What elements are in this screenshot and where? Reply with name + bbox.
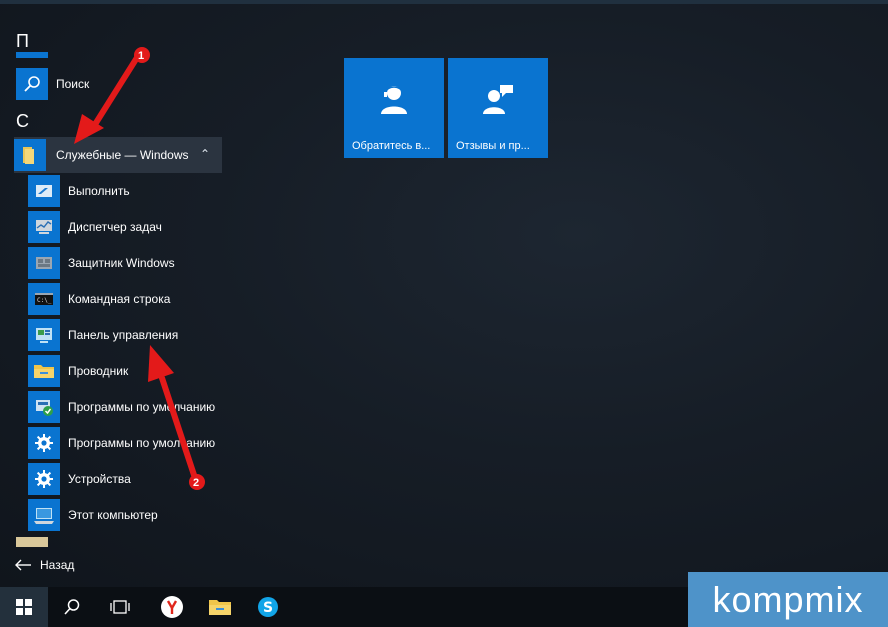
file-explorer-taskbar-button[interactable] (196, 587, 244, 627)
control-panel-icon (28, 319, 60, 351)
support-agent-icon (381, 86, 407, 114)
app-item-label: Проводник (68, 364, 129, 378)
group-header-windows-accessories[interactable]: Служебные — Windows ⌃ (14, 137, 222, 173)
app-item-label: Программы по умолчанию (68, 436, 216, 450)
gear-icon (28, 463, 60, 495)
gear-icon (28, 427, 60, 459)
command-prompt-icon: C:\_ (28, 283, 60, 315)
folder-icon (14, 139, 46, 171)
svg-text:S: S (263, 600, 273, 616)
task-view-button[interactable] (96, 587, 144, 627)
section-letter-p[interactable]: П (16, 30, 29, 52)
app-item-windows-defender[interactable]: Защитник Windows (28, 245, 175, 281)
chevron-up-icon: ⌃ (199, 147, 210, 161)
app-item-default-programs[interactable]: Программы по умолчанию (28, 389, 215, 425)
task-view-icon (110, 600, 130, 614)
default-programs-icon (28, 391, 60, 423)
partial-app-icon (16, 537, 48, 547)
tile-contact-support[interactable]: Обратитесь в... (344, 58, 444, 158)
app-item-command-prompt[interactable]: C:\_ Командная строка (28, 281, 170, 317)
tile-label: Отзывы и пр... (456, 140, 530, 152)
search-app-label: Поиск (56, 77, 90, 91)
task-manager-icon (28, 211, 60, 243)
app-item-label: Устройства (68, 472, 131, 486)
app-item-file-explorer[interactable]: Проводник (28, 353, 128, 389)
yandex-browser-icon (161, 596, 183, 618)
app-item-task-manager[interactable]: Диспетчер задач (28, 209, 162, 245)
svg-text:C:\_: C:\_ (37, 297, 52, 304)
file-explorer-icon (28, 355, 60, 387)
skype-button[interactable]: S (244, 587, 292, 627)
back-arrow-icon (15, 559, 31, 571)
back-button[interactable]: Назад (14, 553, 74, 577)
app-item-label: Выполнить (68, 184, 130, 198)
watermark-logo: kompmix (688, 572, 888, 627)
skype-icon: S (258, 597, 278, 617)
app-item-this-pc[interactable]: Этот компьютер (28, 497, 158, 533)
start-button[interactable] (0, 587, 48, 627)
group-header-label: Служебные — Windows (56, 148, 189, 162)
tile-label: Обратитесь в... (352, 140, 431, 152)
app-item-label: Диспетчер задач (68, 220, 162, 234)
app-item-label: Программы по умолчанию (68, 400, 216, 414)
section-letter-c[interactable]: С (16, 110, 29, 132)
computer-icon (28, 499, 60, 531)
folder-icon (209, 600, 231, 615)
app-item-control-panel[interactable]: Панель управления (28, 317, 178, 353)
back-label: Назад (40, 558, 75, 572)
app-item-label: Этот компьютер (68, 508, 158, 522)
tile-feedback[interactable]: Отзывы и пр... (448, 58, 548, 158)
partial-app-icon (16, 52, 48, 58)
app-item-label: Защитник Windows (68, 256, 175, 270)
app-item-label: Панель управления (68, 328, 179, 342)
taskbar-search-button[interactable] (48, 587, 96, 627)
defender-icon (28, 247, 60, 279)
app-item-devices[interactable]: Устройства (28, 461, 131, 497)
run-icon (28, 175, 60, 207)
windows-logo-icon (16, 599, 32, 615)
watermark-text: kompmix (712, 578, 864, 620)
search-app-item[interactable]: Поиск (16, 66, 89, 102)
feedback-icon (483, 85, 513, 114)
app-item-run[interactable]: Выполнить (28, 173, 130, 209)
top-edge (0, 0, 888, 4)
app-item-default-programs-settings[interactable]: Программы по умолчанию (28, 425, 215, 461)
yandex-browser-button[interactable] (148, 587, 196, 627)
search-icon (64, 599, 80, 615)
app-item-label: Командная строка (68, 292, 171, 306)
search-icon (16, 68, 48, 100)
